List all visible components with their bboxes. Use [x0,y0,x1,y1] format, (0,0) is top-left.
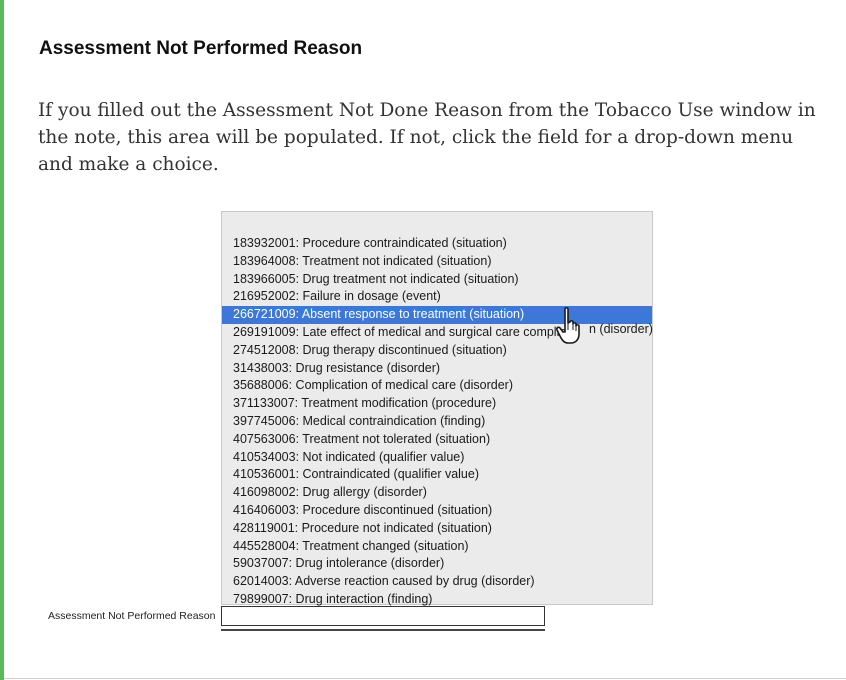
field-label: Assessment Not Performed Reason [48,610,216,622]
dropdown-option[interactable]: 216952002: Failure in dosage (event) [222,288,652,306]
dropdown-option[interactable]: 410534003: Not indicated (qualifier valu… [222,449,652,467]
assessment-reason-field[interactable] [221,606,545,626]
dropdown-option[interactable]: 59037007: Drug intolerance (disorder) [222,555,652,573]
reason-dropdown-list[interactable]: 183932001: Procedure contraindicated (si… [221,211,653,606]
dropdown-option[interactable]: 407563006: Treatment not tolerated (situ… [222,431,652,449]
dropdown-option[interactable]: 416406003: Procedure discontinued (situa… [222,502,652,520]
dropdown-option[interactable]: 416098002: Drug allergy (disorder) [222,484,652,502]
dropdown-option[interactable]: 371133007: Treatment modification (proce… [222,395,652,413]
hand-pointer-icon [556,307,580,344]
instruction-paragraph: If you filled out the Assessment Not Don… [38,100,816,175]
dropdown-option[interactable]: 62014003: Adverse reaction caused by dru… [222,573,652,591]
dropdown-option[interactable]: 183966005: Drug treatment not indicated … [222,271,652,289]
left-accent-bar [0,0,4,680]
bottom-divider [4,678,846,679]
dropdown-option[interactable]: 428119001: Procedure not indicated (situ… [222,520,652,538]
dropdown-option[interactable]: 31438003: Drug resistance (disorder) [222,360,652,378]
dropdown-option[interactable]: 35688006: Complication of medical care (… [222,377,652,395]
dropdown-option[interactable]: 183964008: Treatment not indicated (situ… [222,253,652,271]
dropdown-option[interactable]: 410536001: Contraindicated (qualifier va… [222,466,652,484]
dropdown-option[interactable]: 183932001: Procedure contraindicated (si… [222,235,652,253]
dropdown-option[interactable]: 445528004: Treatment changed (situation) [222,538,652,556]
field-underline [221,629,545,631]
dropdown-option-overflow-text: n (disorder) [589,322,653,336]
dropdown-options[interactable]: 183932001: Procedure contraindicated (si… [222,235,652,609]
dropdown-option[interactable]: 397745006: Medical contraindication (fin… [222,413,652,431]
section-heading: Assessment Not Performed Reason [39,38,363,59]
